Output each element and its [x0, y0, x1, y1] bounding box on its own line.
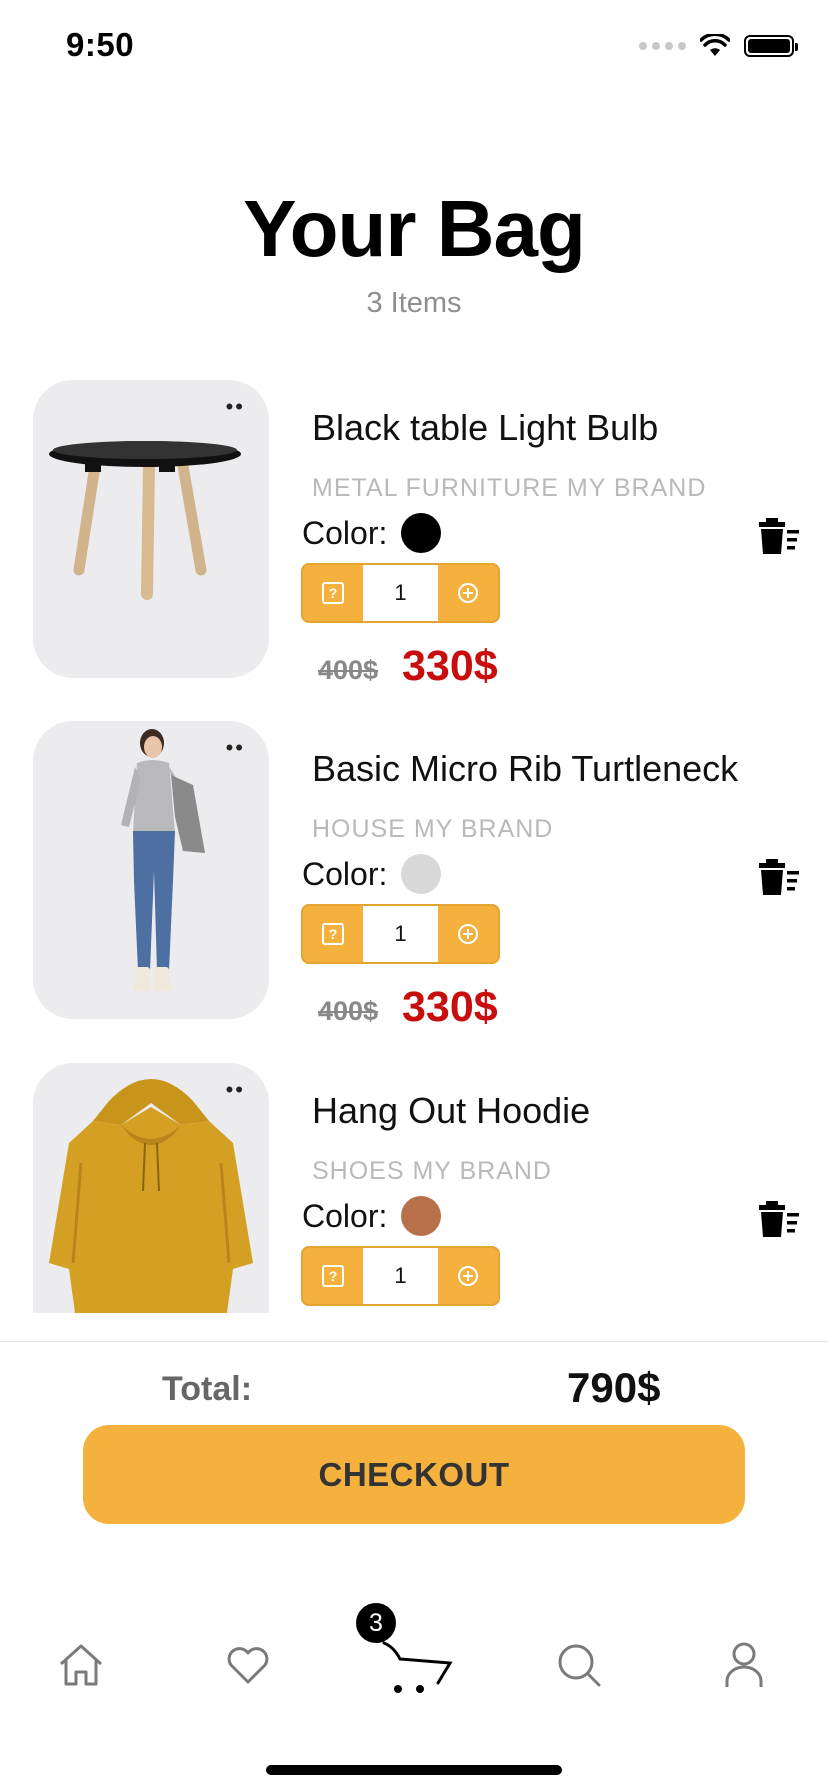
page-title: Your Bag [243, 184, 586, 273]
item-count: 3 Items [366, 287, 462, 319]
product-name: Basic Micro Rib Turtleneck [312, 748, 739, 789]
color-label: Color: [302, 515, 388, 551]
woman-outfit-icon [121, 729, 205, 991]
minus-icon: ? [322, 923, 344, 945]
sale-price: 330$ [402, 983, 498, 1031]
product-image[interactable]: •• [33, 721, 269, 1019]
total-label: Total: [162, 1370, 253, 1408]
home-indicator[interactable] [266, 1765, 562, 1775]
total-value: 790$ [567, 1364, 661, 1411]
plus-icon [458, 1266, 478, 1286]
original-price: 400$ [318, 996, 379, 1026]
cart-icon [382, 1641, 453, 1693]
cart-item: •• Hang Out Hoodie SHOES MY BRAND Color:… [0, 1063, 828, 1313]
color-swatch [401, 1196, 441, 1236]
product-image[interactable]: •• [33, 380, 269, 678]
increase-button[interactable] [438, 565, 498, 621]
decrease-button[interactable]: ? [303, 565, 363, 621]
status-icons [639, 34, 798, 58]
home-icon [59, 1644, 103, 1686]
tab-favorites[interactable] [218, 1635, 278, 1695]
divider [0, 1341, 828, 1342]
cart-item: •• Basic Micro Rib Turtleneck HOUSE MY B… [0, 721, 828, 1031]
search-icon [558, 1644, 601, 1687]
cart-list[interactable]: •• Black table Light Bulb METAL FURNITUR… [0, 380, 828, 1313]
plus-icon [458, 583, 478, 603]
more-icon[interactable]: •• [226, 1079, 245, 1101]
more-icon[interactable]: •• [226, 737, 245, 759]
decrease-button[interactable]: ? [303, 906, 363, 962]
cart-badge: 3 [356, 1603, 396, 1643]
status-time: 9:50 [66, 26, 135, 63]
product-subtitle: HOUSE MY BRAND [312, 815, 554, 843]
quantity-stepper: ? 1 [301, 904, 500, 964]
checkout-button[interactable]: CHECKOUT [83, 1425, 745, 1524]
quantity-stepper: ? 1 [301, 1246, 500, 1306]
plus-icon [458, 924, 478, 944]
more-icon[interactable]: •• [226, 396, 245, 418]
tab-search[interactable] [549, 1635, 609, 1695]
wifi-icon [700, 34, 730, 56]
color-label: Color: [302, 1198, 388, 1234]
product-subtitle: METAL FURNITURE MY BRAND [312, 474, 707, 502]
tab-home[interactable] [51, 1635, 111, 1695]
color-label: Color: [302, 856, 388, 892]
heart-icon [227, 1647, 269, 1684]
delete-icon[interactable] [757, 516, 801, 556]
increase-button[interactable] [438, 1248, 498, 1304]
profile-icon [725, 1642, 763, 1687]
product-subtitle: SHOES MY BRAND [312, 1157, 552, 1185]
minus-icon: ? [322, 582, 344, 604]
delete-icon[interactable] [757, 1199, 801, 1239]
delete-icon[interactable] [757, 857, 801, 897]
sale-price: 330$ [402, 642, 498, 690]
product-name: Hang Out Hoodie [312, 1090, 591, 1131]
tab-profile[interactable] [714, 1635, 774, 1695]
product-image[interactable]: •• [33, 1063, 269, 1313]
quantity-stepper: ? 1 [301, 563, 500, 623]
quantity-value[interactable]: 1 [363, 906, 438, 962]
side-table-icon [49, 441, 241, 600]
minus-icon: ? [322, 1265, 344, 1287]
signal-icon [639, 42, 686, 50]
increase-button[interactable] [438, 906, 498, 962]
decrease-button[interactable]: ? [303, 1248, 363, 1304]
color-swatch [401, 513, 441, 553]
cart-item: •• Black table Light Bulb METAL FURNITUR… [0, 380, 828, 690]
quantity-value[interactable]: 1 [363, 1248, 438, 1304]
battery-icon [744, 35, 798, 57]
original-price: 400$ [318, 655, 379, 685]
color-swatch [401, 854, 441, 894]
quantity-value[interactable]: 1 [363, 565, 438, 621]
product-name: Black table Light Bulb [312, 407, 659, 448]
tab-cart[interactable] [380, 1635, 456, 1695]
